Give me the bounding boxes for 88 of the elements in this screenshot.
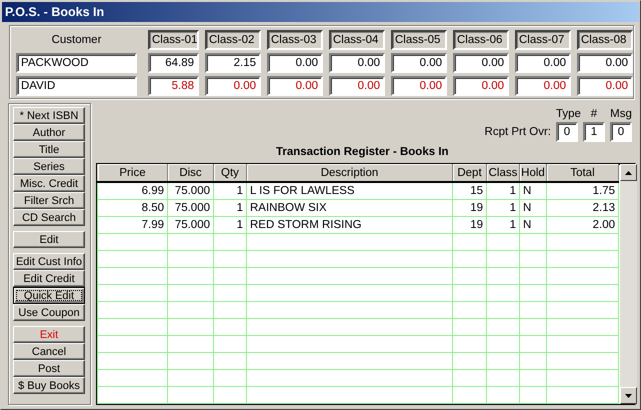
table-cell: N: [520, 199, 546, 216]
table-cell: 2.13: [546, 199, 618, 216]
column-header[interactable]: Disc: [168, 164, 214, 182]
scroll-up-button[interactable]: [620, 164, 637, 181]
column-header: Class-07: [515, 30, 571, 50]
up-triangle-icon: [625, 170, 632, 174]
table-cell: 19: [452, 216, 486, 233]
sidebar-button[interactable]: Author: [13, 124, 85, 141]
sidebar-button[interactable]: Series: [13, 158, 85, 175]
column-header: Class-04: [329, 30, 385, 50]
sidebar-button[interactable]: Edit Credit: [13, 270, 85, 287]
amount-field[interactable]: 0.00: [515, 53, 571, 73]
sidebar-button[interactable]: * Next ISBN: [13, 107, 85, 124]
window-title: P.O.S. - Books In: [2, 2, 639, 22]
override-heading: Type: [556, 108, 578, 122]
amount-field[interactable]: 2.15: [205, 53, 261, 73]
override-field[interactable]: 1: [583, 122, 605, 142]
column-header[interactable]: Dept: [452, 164, 486, 182]
table-cell: 2.00: [546, 216, 618, 233]
sidebar-button[interactable]: Quick Edit: [13, 287, 85, 304]
customer-label: Customer: [50, 33, 102, 48]
amount-field[interactable]: 0.00: [391, 76, 447, 96]
register-title: Transaction Register - Books In: [276, 146, 449, 158]
sidebar-button[interactable]: Post: [13, 360, 85, 377]
column-header[interactable]: Qty: [214, 164, 246, 182]
column-header[interactable]: Hold: [520, 164, 546, 182]
customer-name-field[interactable]: PACKWOOD: [16, 53, 137, 73]
column-header: Class-05: [391, 30, 447, 50]
amount-field[interactable]: 0.00: [453, 76, 509, 96]
sidebar-button[interactable]: Cancel: [13, 343, 85, 360]
table-cell: 1: [214, 182, 246, 199]
table-cell: 75.000: [168, 216, 214, 233]
sidebar-button[interactable]: $ Buy Books: [13, 377, 85, 394]
table-cell: 1: [486, 199, 520, 216]
amount-field[interactable]: 0.00: [391, 53, 447, 73]
amount-field[interactable]: 0.00: [515, 76, 571, 96]
table-cell: RAINBOW SIX: [246, 199, 452, 216]
down-triangle-icon: [625, 394, 632, 398]
table-cell: 6.99: [98, 182, 168, 199]
amount-field[interactable]: 0.00: [577, 76, 633, 96]
sidebar-button[interactable]: Title: [13, 141, 85, 158]
table-cell: N: [520, 216, 546, 233]
table-cell: 1: [486, 182, 520, 199]
override-label: Rcpt Prt Ovr:: [484, 126, 551, 138]
scrollbar[interactable]: [620, 164, 637, 404]
column-header: Class-02: [205, 30, 261, 50]
table-cell: RED STORM RISING: [246, 216, 452, 233]
amount-field[interactable]: 0.00: [577, 53, 633, 73]
override-heading: Msg: [610, 108, 632, 122]
table-cell: N: [520, 182, 546, 199]
column-header[interactable]: Total: [546, 164, 618, 182]
customer-name-field[interactable]: DAVID: [16, 76, 137, 96]
column-header[interactable]: Description: [246, 164, 452, 182]
table-cell: 1: [214, 199, 246, 216]
table-cell: 75.000: [168, 182, 214, 199]
table-cell: 1: [214, 216, 246, 233]
column-header: Class-06: [453, 30, 509, 50]
override-field[interactable]: 0: [610, 122, 632, 142]
amount-field[interactable]: 0.00: [267, 53, 323, 73]
override-field[interactable]: 0: [556, 122, 578, 142]
amount-field[interactable]: 0.00: [205, 76, 261, 96]
column-header[interactable]: Class: [486, 164, 520, 182]
amount-field[interactable]: 0.00: [329, 53, 385, 73]
table-cell: L IS FOR LAWLESS: [246, 182, 452, 199]
table-cell: 8.50: [98, 199, 168, 216]
table-cell: 1: [486, 216, 520, 233]
amount-field[interactable]: 0.00: [267, 76, 323, 96]
column-header: Class-01: [148, 30, 199, 50]
override-heading: #: [590, 108, 598, 122]
amount-field[interactable]: 5.88: [148, 76, 199, 96]
table-cell: 15: [452, 182, 486, 199]
amount-field[interactable]: 64.89: [148, 53, 199, 73]
column-header: Class-03: [267, 30, 323, 50]
column-header[interactable]: Price: [98, 164, 168, 182]
table-cell: 75.000: [168, 199, 214, 216]
sidebar-button[interactable]: Edit: [13, 231, 85, 248]
amount-field[interactable]: 0.00: [453, 53, 509, 73]
table-cell: 1.75: [546, 182, 618, 199]
sidebar-button[interactable]: CD Search: [13, 209, 85, 226]
amount-field[interactable]: 0.00: [329, 76, 385, 96]
table-cell: 19: [452, 199, 486, 216]
scroll-down-button[interactable]: [620, 387, 637, 404]
sidebar-button[interactable]: Use Coupon: [13, 304, 85, 321]
sidebar-button[interactable]: Edit Cust Info: [13, 253, 85, 270]
sidebar-button[interactable]: Filter Srch: [13, 192, 85, 209]
sidebar-button[interactable]: Misc. Credit: [13, 175, 85, 192]
column-header: Class-08: [577, 30, 633, 50]
table-cell: 7.99: [98, 216, 168, 233]
